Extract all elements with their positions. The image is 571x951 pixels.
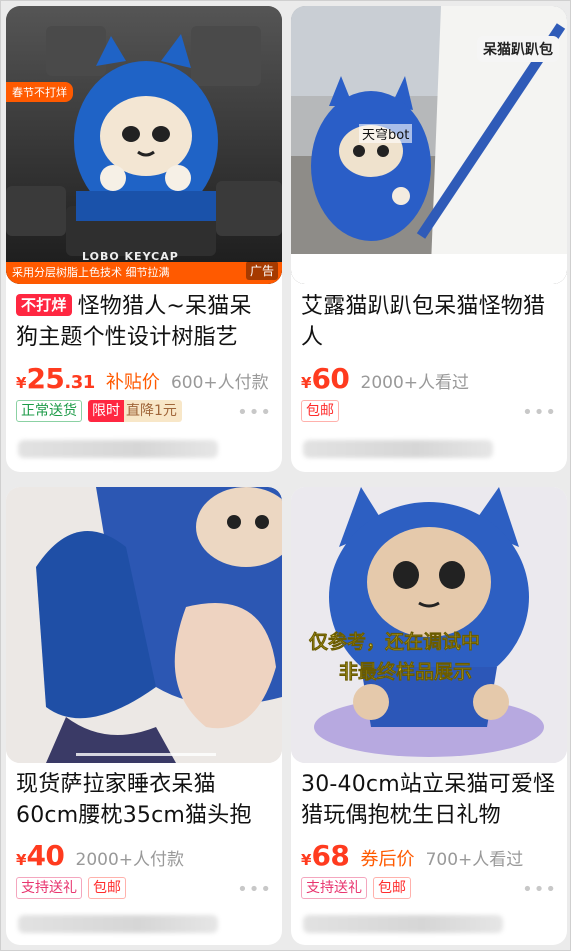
- product-title[interactable]: 30-40cm站立呆猫可爱怪猎玩偶抱枕生日礼物: [301, 769, 557, 831]
- price-row: ¥25.31 补贴价 600+人付款: [16, 362, 272, 395]
- keycap-figure-illustration: [6, 6, 282, 284]
- product-grid: 春节不打烊 LOBO KEYCAP 采用分层树脂上色技术 细节拉满 广告 不打烊…: [0, 0, 571, 951]
- image-caption: 采用分层树脂上色技术 细节拉满: [6, 262, 282, 284]
- product-image[interactable]: 呆猫趴趴包 天穹bot: [291, 6, 567, 284]
- product-label-badge: 呆猫趴趴包: [477, 36, 559, 62]
- price: 40: [26, 839, 65, 872]
- price: 68: [311, 839, 350, 872]
- pillow-photo-illustration: [6, 487, 282, 763]
- image-notice-line-1: 仅参考，还在调试中: [309, 631, 481, 654]
- currency-symbol: ¥: [16, 374, 27, 392]
- more-options-icon[interactable]: •••: [237, 402, 272, 423]
- price-integer: 25: [26, 362, 65, 395]
- blurred-shop-line: [303, 440, 493, 458]
- sales-count: 2000+人付款: [75, 850, 185, 870]
- product-title[interactable]: 艾露猫趴趴包呆猫怪物猎人: [301, 291, 557, 353]
- title-tag: 不打烊: [16, 294, 72, 316]
- currency-symbol: ¥: [16, 851, 27, 869]
- sales-count: 2000+人看过: [360, 373, 470, 393]
- free-shipping-badge: 包邮: [373, 877, 411, 899]
- blurred-shop-line: [18, 915, 218, 933]
- product-image[interactable]: [6, 487, 282, 763]
- product-image[interactable]: 春节不打烊 LOBO KEYCAP 采用分层树脂上色技术 细节拉满 广告: [6, 6, 282, 284]
- badge-row: 包邮: [301, 400, 557, 422]
- product-card[interactable]: 春节不打烊 LOBO KEYCAP 采用分层树脂上色技术 细节拉满 广告 不打烊…: [6, 6, 282, 472]
- price: 60: [311, 362, 350, 395]
- shipping-badge: 正常送货: [16, 400, 82, 422]
- plush-photo-illustration: [291, 487, 567, 763]
- promo-badge: 春节不打烊: [6, 82, 73, 102]
- badge-row: 支持送礼 包邮: [301, 877, 557, 899]
- gift-badge: 支持送礼: [16, 877, 82, 899]
- product-title-text: 现货萨拉家睡衣呆猫60cm腰枕35cm猫头抱枕: [16, 772, 252, 828]
- currency-symbol: ¥: [301, 374, 312, 392]
- flash-sale-discount: 直降1元: [124, 400, 182, 422]
- product-title[interactable]: 不打烊 怪物猎人~呆猫呆狗主题个性设计树脂艺: [16, 291, 272, 353]
- image-notice-line-2: 非最终样品展示: [339, 661, 473, 684]
- sales-count: 700+人看过: [425, 850, 524, 870]
- product-image[interactable]: 仅参考，还在调试中 非最终样品展示: [291, 487, 567, 763]
- price-row: ¥68 券后价 700+人看过: [301, 839, 557, 872]
- product-card[interactable]: 现货萨拉家睡衣呆猫60cm腰枕35cm猫头抱枕 ¥40 2000+人付款 支持送…: [6, 487, 282, 945]
- product-card[interactable]: 呆猫趴趴包 天穹bot 艾露猫趴趴包呆猫怪物猎人 ¥60 2000+人看过 包邮…: [291, 6, 567, 472]
- more-options-icon[interactable]: •••: [522, 879, 557, 900]
- free-shipping-badge: 包邮: [88, 877, 126, 899]
- price-note: 补贴价: [105, 372, 160, 393]
- badge-row: 正常送货 限时 直降1元: [16, 400, 272, 422]
- price-row: ¥40 2000+人付款: [16, 839, 272, 872]
- product-title-text: 艾露猫趴趴包呆猫怪物猎人: [301, 294, 546, 350]
- more-options-icon[interactable]: •••: [237, 879, 272, 900]
- blurred-shop-line: [18, 440, 218, 458]
- flash-sale-label: 限时: [88, 400, 124, 422]
- gift-badge: 支持送礼: [301, 877, 367, 899]
- image-tag: 天穹bot: [359, 124, 413, 143]
- product-card[interactable]: 仅参考，还在调试中 非最终样品展示 30-40cm站立呆猫可爱怪猎玩偶抱枕生日礼…: [291, 487, 567, 945]
- product-title-text: 30-40cm站立呆猫可爱怪猎玩偶抱枕生日礼物: [301, 772, 556, 828]
- flash-sale-badge: 限时 直降1元: [88, 400, 182, 422]
- price-note: 券后价: [360, 849, 415, 870]
- ad-label: 广告: [245, 261, 278, 280]
- more-options-icon[interactable]: •••: [522, 402, 557, 423]
- sales-count: 600+人付款: [170, 373, 269, 393]
- free-shipping-badge: 包邮: [301, 400, 339, 422]
- price-row: ¥60 2000+人看过: [301, 362, 557, 395]
- product-title[interactable]: 现货萨拉家睡衣呆猫60cm腰枕35cm猫头抱枕: [16, 769, 272, 831]
- price: 25.31: [26, 362, 95, 395]
- currency-symbol: ¥: [301, 851, 312, 869]
- price-decimal: .31: [64, 372, 95, 393]
- image-caption-text: 采用分层树脂上色技术 细节拉满: [12, 266, 170, 279]
- badge-row: 支持送礼 包邮: [16, 877, 272, 899]
- blurred-shop-line: [303, 915, 503, 933]
